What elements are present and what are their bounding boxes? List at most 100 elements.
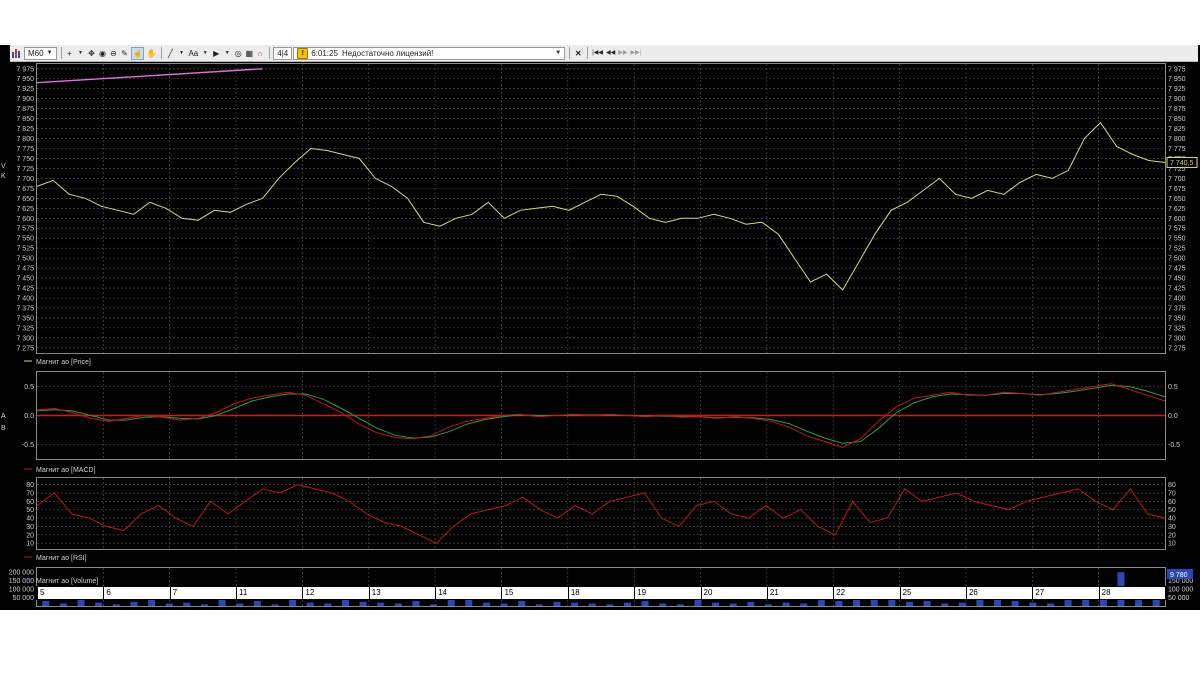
volume-bar bbox=[764, 604, 772, 606]
volume-bar bbox=[729, 603, 737, 606]
grid-lines bbox=[37, 64, 1165, 606]
volume-bar bbox=[359, 601, 367, 606]
y-tick-label-left: 7 400 bbox=[16, 295, 34, 302]
y-tick-label-right: 7 700 bbox=[1168, 176, 1186, 183]
y-tick-label-right: 7 600 bbox=[1168, 216, 1186, 223]
y-tick-label-left: 200 000 bbox=[9, 570, 34, 577]
volume-bar bbox=[1029, 602, 1037, 606]
y-tick-label-right: 40 bbox=[1168, 516, 1176, 523]
y-tick-label-left: -0.5 bbox=[22, 442, 34, 449]
volume-bar bbox=[782, 602, 790, 606]
volume-bar bbox=[253, 600, 261, 606]
date-label: 25 bbox=[899, 587, 911, 599]
y-tick-label-left: 30 bbox=[26, 524, 34, 531]
y-tick-label-right: 7 550 bbox=[1168, 236, 1186, 243]
price-line bbox=[36, 121, 1166, 291]
y-tick-label-left: 7 525 bbox=[16, 246, 34, 253]
volume-bar bbox=[341, 599, 349, 606]
volume-bar bbox=[641, 600, 649, 606]
y-tick-label-left: 10 bbox=[26, 541, 34, 548]
volume-bar bbox=[747, 601, 755, 606]
rsi-line bbox=[36, 484, 1166, 544]
volume-bar bbox=[218, 599, 226, 606]
volume-bar bbox=[888, 599, 896, 606]
y-tick-label-left: 7 450 bbox=[16, 276, 34, 283]
volume-bar bbox=[941, 603, 949, 606]
y-tick-label-left: 80 bbox=[26, 482, 34, 489]
y-tick-label-left: 7 625 bbox=[16, 206, 34, 213]
volume-bar bbox=[712, 602, 720, 606]
volume-bar bbox=[1152, 599, 1160, 606]
date-label: 14 bbox=[435, 587, 447, 599]
volume-legend: Магнит ао [Volume] bbox=[24, 578, 98, 585]
y-tick-label-right: 7 525 bbox=[1168, 246, 1186, 253]
date-label: 13 bbox=[368, 587, 381, 599]
volume-bar bbox=[324, 603, 332, 606]
y-tick-label-right: 60 bbox=[1168, 499, 1176, 506]
volume-bar bbox=[1046, 603, 1054, 606]
y-tick-label-left: 7 700 bbox=[16, 176, 34, 183]
volume-bar bbox=[271, 604, 279, 606]
y-tick-label-left: 7 675 bbox=[16, 186, 34, 193]
y-tick-label-left: 0.0 bbox=[24, 413, 34, 420]
y-tick-label-left: 50 000 bbox=[13, 595, 35, 602]
y-tick-label-right: 100 000 bbox=[1168, 587, 1193, 594]
volume-bar bbox=[606, 604, 614, 606]
y-tick-label-right: -0.5 bbox=[1168, 442, 1180, 449]
y-tick-label-left: 7 950 bbox=[16, 76, 34, 83]
date-axis: 5 6 7 11 12 13 14 15 18 19 20 21 22 25 26 27 28 bbox=[36, 586, 1166, 600]
y-tick-label-left: 7 750 bbox=[16, 156, 34, 163]
volume-bar bbox=[130, 601, 138, 606]
y-tick-label-right: 7 650 bbox=[1168, 196, 1186, 203]
y-tick-label-left: 40 bbox=[26, 516, 34, 523]
date-label: 12 bbox=[302, 587, 314, 599]
y-tick-label-right: 7 975 bbox=[1168, 66, 1186, 73]
volume-bar bbox=[112, 604, 120, 606]
volume-bar bbox=[59, 603, 67, 606]
y-tick-label-left: 0.5 bbox=[24, 384, 34, 391]
date-label: 27 bbox=[1032, 587, 1044, 599]
date-label: 19 bbox=[634, 587, 646, 599]
y-tick-label-right: 7 425 bbox=[1168, 286, 1186, 293]
volume-bar bbox=[1099, 599, 1107, 606]
volume-bar bbox=[306, 602, 314, 606]
y-tick-label-left: 7 275 bbox=[16, 345, 34, 352]
volume-current-value: 9 780 bbox=[1167, 569, 1193, 579]
date-label: 15 bbox=[501, 587, 513, 599]
y-tick-label-right: 7 450 bbox=[1168, 276, 1186, 283]
y-tick-label-left: 60 bbox=[26, 499, 34, 506]
y-tick-label-right: 7 275 bbox=[1168, 345, 1186, 352]
volume-bar bbox=[165, 603, 173, 606]
y-tick-label-right: 7 950 bbox=[1168, 76, 1186, 83]
y-tick-label-left: 7 375 bbox=[16, 305, 34, 312]
y-tick-label-right: 0.5 bbox=[1168, 384, 1178, 391]
y-tick-label-right: 7 575 bbox=[1168, 226, 1186, 233]
y-tick-label-right: 7 475 bbox=[1168, 266, 1186, 273]
y-tick-label-left: 7 825 bbox=[16, 126, 34, 133]
y-tick-label-right: 50 bbox=[1168, 507, 1176, 514]
volume-bar bbox=[236, 603, 244, 606]
date-label: 11 bbox=[236, 587, 247, 599]
panel-frames bbox=[36, 63, 1166, 607]
price-y-axis: 7 975 7 975 7 950 7 950 7 925 7 925 7 900 7 900… bbox=[16, 66, 1185, 352]
chart-area[interactable]: 7 975 7 975 7 950 7 950 7 925 7 925 7 900 7 900… bbox=[0, 45, 1200, 610]
y-tick-label-left: 50 bbox=[26, 507, 34, 514]
volume-bar bbox=[571, 602, 579, 606]
y-tick-label-left: 7 350 bbox=[16, 315, 34, 322]
y-tick-label-right: 7 300 bbox=[1168, 335, 1186, 342]
y-tick-label-right: 150 000 bbox=[1168, 578, 1193, 585]
y-tick-label-right: 7 900 bbox=[1168, 96, 1186, 103]
y-tick-label-right: 70 bbox=[1168, 491, 1176, 498]
y-tick-label-right: 7 375 bbox=[1168, 305, 1186, 312]
volume-bar bbox=[623, 602, 631, 606]
y-tick-label-left: 7 550 bbox=[16, 236, 34, 243]
volume-bar bbox=[200, 604, 208, 606]
y-tick-label-left: 7 800 bbox=[16, 136, 34, 143]
date-label: 7 bbox=[169, 587, 177, 599]
volume-bar bbox=[1011, 600, 1019, 606]
volume-bar bbox=[1064, 600, 1072, 606]
date-label: 18 bbox=[567, 587, 580, 599]
rsi-legend: Магнит ао [RSI] bbox=[24, 555, 87, 562]
rsi-series bbox=[36, 484, 1166, 544]
volume-bar bbox=[588, 603, 596, 606]
